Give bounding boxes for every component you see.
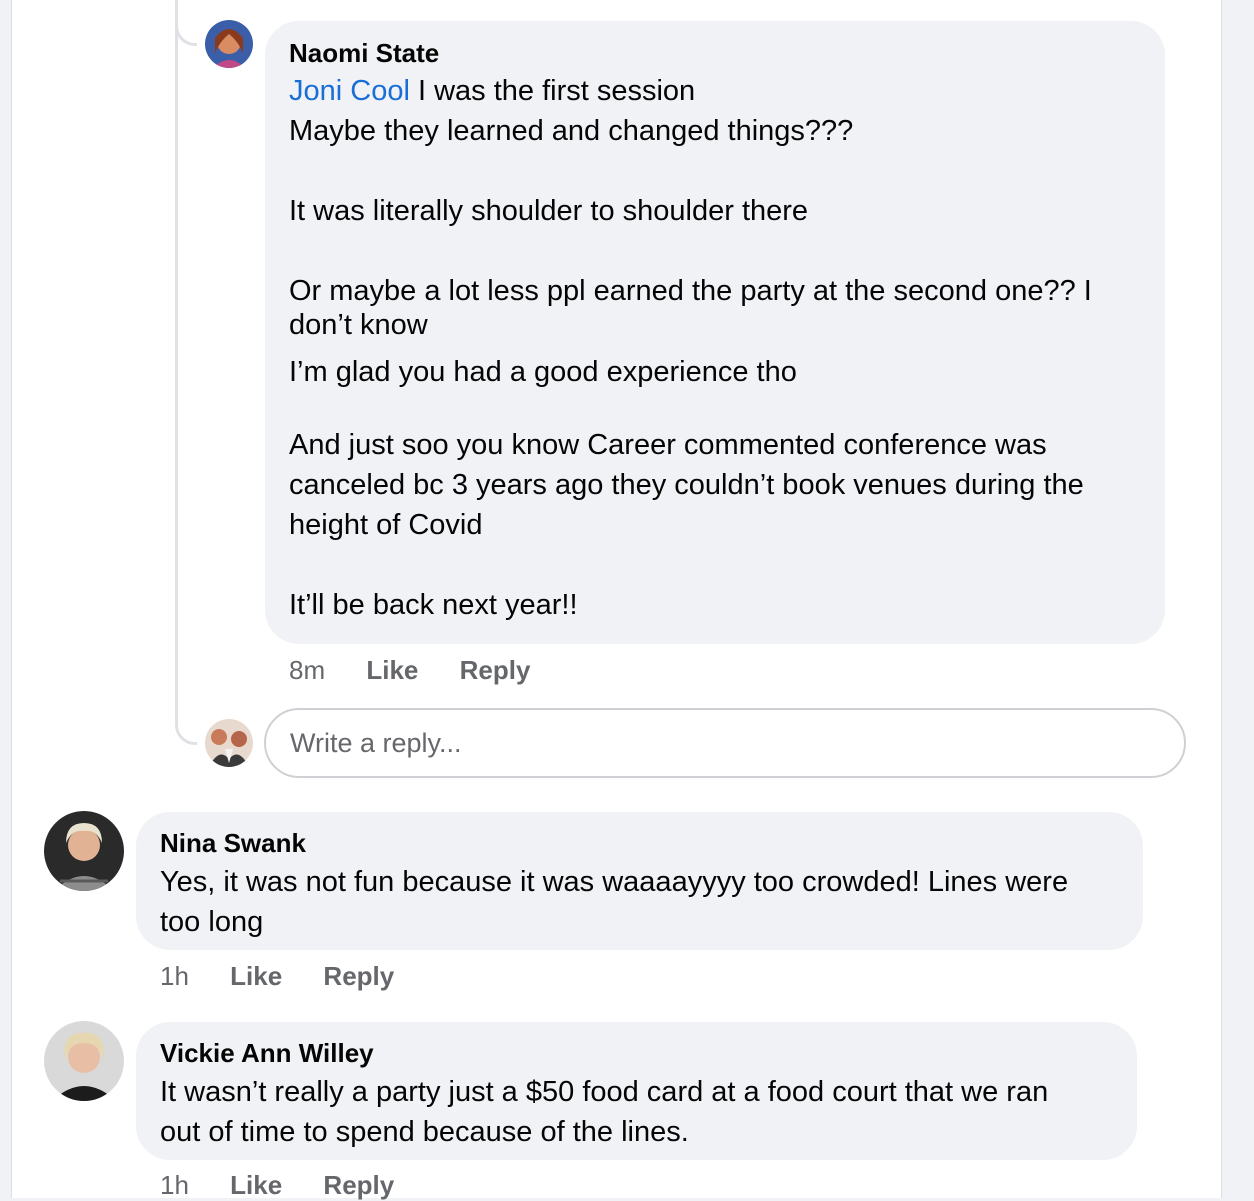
- like-button[interactable]: Like: [366, 655, 418, 686]
- reply-comment-bubble: Naomi State Joni Cool I was the first se…: [265, 21, 1165, 644]
- write-reply-input[interactable]: [264, 708, 1186, 778]
- comment-author[interactable]: Naomi State: [289, 38, 439, 69]
- comments-panel: Naomi State Joni Cool I was the first se…: [11, 0, 1222, 1198]
- comment-timestamp[interactable]: 1h: [160, 961, 189, 992]
- comment-bubble-nina-swank: Nina Swank Yes, it was not fun because i…: [136, 812, 1143, 950]
- mention-link[interactable]: Joni Cool: [289, 75, 410, 107]
- like-button[interactable]: Like: [230, 961, 282, 992]
- avatar-nina-swank[interactable]: [44, 811, 124, 891]
- comment-actions: 8m Like Reply: [289, 655, 564, 686]
- comment-actions: 1h Like Reply: [160, 1170, 428, 1201]
- comment-author[interactable]: Vickie Ann Willey: [160, 1038, 374, 1069]
- comment-timestamp[interactable]: 8m: [289, 655, 325, 686]
- comment-author[interactable]: Nina Swank: [160, 828, 306, 859]
- comment-text: Joni Cool I was the first session Maybe …: [289, 75, 1092, 621]
- comment-bubble-vickie-ann-willey: Vickie Ann Willey It wasn’t really a par…: [136, 1022, 1137, 1160]
- comment-text: It wasn’t really a party just a $50 food…: [160, 1076, 1049, 1148]
- reply-button[interactable]: Reply: [460, 655, 531, 686]
- avatar-vickie-ann-willey[interactable]: [44, 1021, 124, 1101]
- thread-line: [175, 0, 197, 745]
- like-button[interactable]: Like: [230, 1170, 282, 1201]
- reply-button[interactable]: Reply: [323, 961, 394, 992]
- comment-actions: 1h Like Reply: [160, 961, 428, 992]
- comment-text: Yes, it was not fun because it was waaaa…: [160, 866, 1069, 938]
- avatar-naomi-state[interactable]: [205, 20, 253, 68]
- reply-button[interactable]: Reply: [323, 1170, 394, 1201]
- avatar-current-user: [205, 719, 253, 767]
- comment-timestamp[interactable]: 1h: [160, 1170, 189, 1201]
